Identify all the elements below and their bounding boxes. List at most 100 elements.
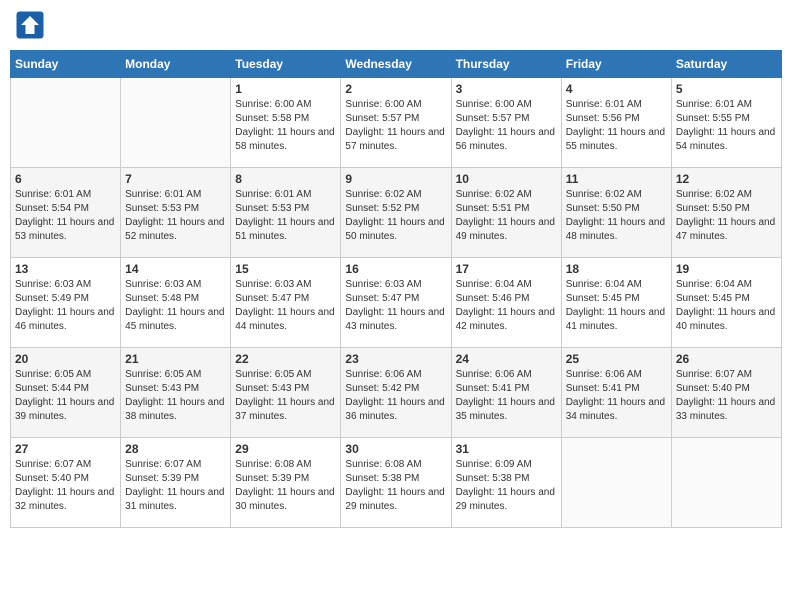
day-number: 1 [235, 82, 336, 96]
calendar-cell: 9 Sunrise: 6:02 AM Sunset: 5:52 PM Daylig… [341, 168, 451, 258]
calendar-cell: 14Sunrise: 6:03 AM Sunset: 5:48 PM Dayli… [121, 258, 231, 348]
day-of-week-header: Sunday [11, 51, 121, 78]
calendar-cell: 7 Sunrise: 6:01 AM Sunset: 5:53 PM Daylig… [121, 168, 231, 258]
day-info: Sunrise: 6:05 AM Sunset: 5:44 PM Dayligh… [15, 368, 116, 424]
logo-icon [15, 10, 45, 40]
day-info: Sunrise: 6:07 AM Sunset: 5:39 PM Dayligh… [125, 458, 226, 514]
day-info: Sunrise: 6:05 AM Sunset: 5:43 PM Dayligh… [235, 368, 336, 424]
day-number: 18 [566, 262, 667, 276]
day-of-week-header: Tuesday [231, 51, 341, 78]
day-number: 8 [235, 172, 336, 186]
calendar-cell: 10 Sunrise: 6:02 AM Sunset: 5:51 PM Dayli… [451, 168, 561, 258]
day-number: 20 [15, 352, 116, 366]
day-number: 10 [456, 172, 557, 186]
day-info: Sunrise: 6:01 AM Sunset: 5:55 PM Dayligh… [676, 98, 777, 154]
day-number: 5 [676, 82, 777, 96]
day-number: 31 [456, 442, 557, 456]
calendar-cell [561, 438, 671, 528]
day-info: Sunrise: 6:01 AM Sunset: 5:56 PM Dayligh… [566, 98, 667, 154]
calendar-cell: 30 Sunrise: 6:08 AM Sunset: 5:38 PM Dayli… [341, 438, 451, 528]
day-number: 22 [235, 352, 336, 366]
day-info: Sunrise: 6:04 AM Sunset: 5:46 PM Dayligh… [456, 278, 557, 334]
day-of-week-header: Monday [121, 51, 231, 78]
day-info: Sunrise: 6:01 AM Sunset: 5:53 PM Dayligh… [235, 188, 336, 244]
day-number: 9 [345, 172, 446, 186]
day-info: Sunrise: 6:04 AM Sunset: 5:45 PM Dayligh… [676, 278, 777, 334]
day-number: 23 [345, 352, 446, 366]
calendar-cell: 28 Sunrise: 6:07 AM Sunset: 5:39 PM Dayli… [121, 438, 231, 528]
calendar-cell: 13 Sunrise: 6:03 AM Sunset: 5:49 PM Dayli… [11, 258, 121, 348]
day-number: 11 [566, 172, 667, 186]
calendar-cell: 27 Sunrise: 6:07 AM Sunset: 5:40 PM Dayli… [11, 438, 121, 528]
day-info: Sunrise: 6:07 AM Sunset: 5:40 PM Dayligh… [676, 368, 777, 424]
calendar-header-row: SundayMondayTuesdayWednesdayThursdayFrid… [11, 51, 782, 78]
calendar-cell: 8 Sunrise: 6:01 AM Sunset: 5:53 PM Daylig… [231, 168, 341, 258]
day-number: 26 [676, 352, 777, 366]
calendar-cell [121, 78, 231, 168]
calendar-cell: 11Sunrise: 6:02 AM Sunset: 5:50 PM Dayli… [561, 168, 671, 258]
day-info: Sunrise: 6:05 AM Sunset: 5:43 PM Dayligh… [125, 368, 226, 424]
day-info: Sunrise: 6:06 AM Sunset: 5:42 PM Dayligh… [345, 368, 446, 424]
day-info: Sunrise: 6:06 AM Sunset: 5:41 PM Dayligh… [566, 368, 667, 424]
calendar-cell: 24Sunrise: 6:06 AM Sunset: 5:41 PM Dayli… [451, 348, 561, 438]
day-info: Sunrise: 6:03 AM Sunset: 5:47 PM Dayligh… [235, 278, 336, 334]
day-number: 4 [566, 82, 667, 96]
day-number: 24 [456, 352, 557, 366]
day-info: Sunrise: 6:03 AM Sunset: 5:47 PM Dayligh… [345, 278, 446, 334]
calendar-table: SundayMondayTuesdayWednesdayThursdayFrid… [10, 50, 782, 528]
calendar-cell: 4 Sunrise: 6:01 AM Sunset: 5:56 PM Daylig… [561, 78, 671, 168]
day-of-week-header: Saturday [671, 51, 781, 78]
calendar-cell: 16 Sunrise: 6:03 AM Sunset: 5:47 PM Dayli… [341, 258, 451, 348]
day-number: 21 [125, 352, 226, 366]
day-info: Sunrise: 6:02 AM Sunset: 5:52 PM Dayligh… [345, 188, 446, 244]
calendar-cell: 21 Sunrise: 6:05 AM Sunset: 5:43 PM Dayli… [121, 348, 231, 438]
day-number: 13 [15, 262, 116, 276]
calendar-cell: 19 Sunrise: 6:04 AM Sunset: 5:45 PM Dayli… [671, 258, 781, 348]
calendar-cell: 18 Sunrise: 6:04 AM Sunset: 5:45 PM Dayli… [561, 258, 671, 348]
calendar-cell: 12Sunrise: 6:02 AM Sunset: 5:50 PM Dayli… [671, 168, 781, 258]
calendar-week-row: 6Sunrise: 6:01 AM Sunset: 5:54 PM Daylig… [11, 168, 782, 258]
calendar-cell: 3Sunrise: 6:00 AM Sunset: 5:57 PM Daylig… [451, 78, 561, 168]
calendar-week-row: 1 Sunrise: 6:00 AM Sunset: 5:58 PM Daylig… [11, 78, 782, 168]
day-info: Sunrise: 6:08 AM Sunset: 5:38 PM Dayligh… [345, 458, 446, 514]
calendar-cell: 15 Sunrise: 6:03 AM Sunset: 5:47 PM Dayli… [231, 258, 341, 348]
calendar-week-row: 27 Sunrise: 6:07 AM Sunset: 5:40 PM Dayli… [11, 438, 782, 528]
calendar-cell: 5 Sunrise: 6:01 AM Sunset: 5:55 PM Daylig… [671, 78, 781, 168]
day-number: 30 [345, 442, 446, 456]
day-number: 29 [235, 442, 336, 456]
day-info: Sunrise: 6:07 AM Sunset: 5:40 PM Dayligh… [15, 458, 116, 514]
day-info: Sunrise: 6:03 AM Sunset: 5:49 PM Dayligh… [15, 278, 116, 334]
calendar-cell: 1 Sunrise: 6:00 AM Sunset: 5:58 PM Daylig… [231, 78, 341, 168]
day-number: 16 [345, 262, 446, 276]
day-number: 27 [15, 442, 116, 456]
day-info: Sunrise: 6:00 AM Sunset: 5:57 PM Dayligh… [345, 98, 446, 154]
calendar-cell: 31Sunrise: 6:09 AM Sunset: 5:38 PM Dayli… [451, 438, 561, 528]
logo [15, 10, 49, 40]
day-info: Sunrise: 6:08 AM Sunset: 5:39 PM Dayligh… [235, 458, 336, 514]
day-info: Sunrise: 6:00 AM Sunset: 5:58 PM Dayligh… [235, 98, 336, 154]
calendar-week-row: 20 Sunrise: 6:05 AM Sunset: 5:44 PM Dayli… [11, 348, 782, 438]
day-info: Sunrise: 6:02 AM Sunset: 5:51 PM Dayligh… [456, 188, 557, 244]
calendar-cell: 25 Sunrise: 6:06 AM Sunset: 5:41 PM Dayli… [561, 348, 671, 438]
day-number: 15 [235, 262, 336, 276]
day-of-week-header: Friday [561, 51, 671, 78]
day-info: Sunrise: 6:04 AM Sunset: 5:45 PM Dayligh… [566, 278, 667, 334]
calendar-cell: 22 Sunrise: 6:05 AM Sunset: 5:43 PM Dayli… [231, 348, 341, 438]
calendar-cell: 26 Sunrise: 6:07 AM Sunset: 5:40 PM Dayli… [671, 348, 781, 438]
day-number: 19 [676, 262, 777, 276]
calendar-cell: 6Sunrise: 6:01 AM Sunset: 5:54 PM Daylig… [11, 168, 121, 258]
page-header [10, 10, 782, 40]
day-number: 7 [125, 172, 226, 186]
day-number: 17 [456, 262, 557, 276]
day-number: 2 [345, 82, 446, 96]
calendar-cell: 20 Sunrise: 6:05 AM Sunset: 5:44 PM Dayli… [11, 348, 121, 438]
day-number: 25 [566, 352, 667, 366]
calendar-cell: 23 Sunrise: 6:06 AM Sunset: 5:42 PM Dayli… [341, 348, 451, 438]
day-info: Sunrise: 6:03 AM Sunset: 5:48 PM Dayligh… [125, 278, 226, 334]
day-info: Sunrise: 6:00 AM Sunset: 5:57 PM Dayligh… [456, 98, 557, 154]
day-number: 6 [15, 172, 116, 186]
calendar-cell [11, 78, 121, 168]
day-number: 28 [125, 442, 226, 456]
calendar-cell: 29 Sunrise: 6:08 AM Sunset: 5:39 PM Dayli… [231, 438, 341, 528]
day-info: Sunrise: 6:01 AM Sunset: 5:53 PM Dayligh… [125, 188, 226, 244]
